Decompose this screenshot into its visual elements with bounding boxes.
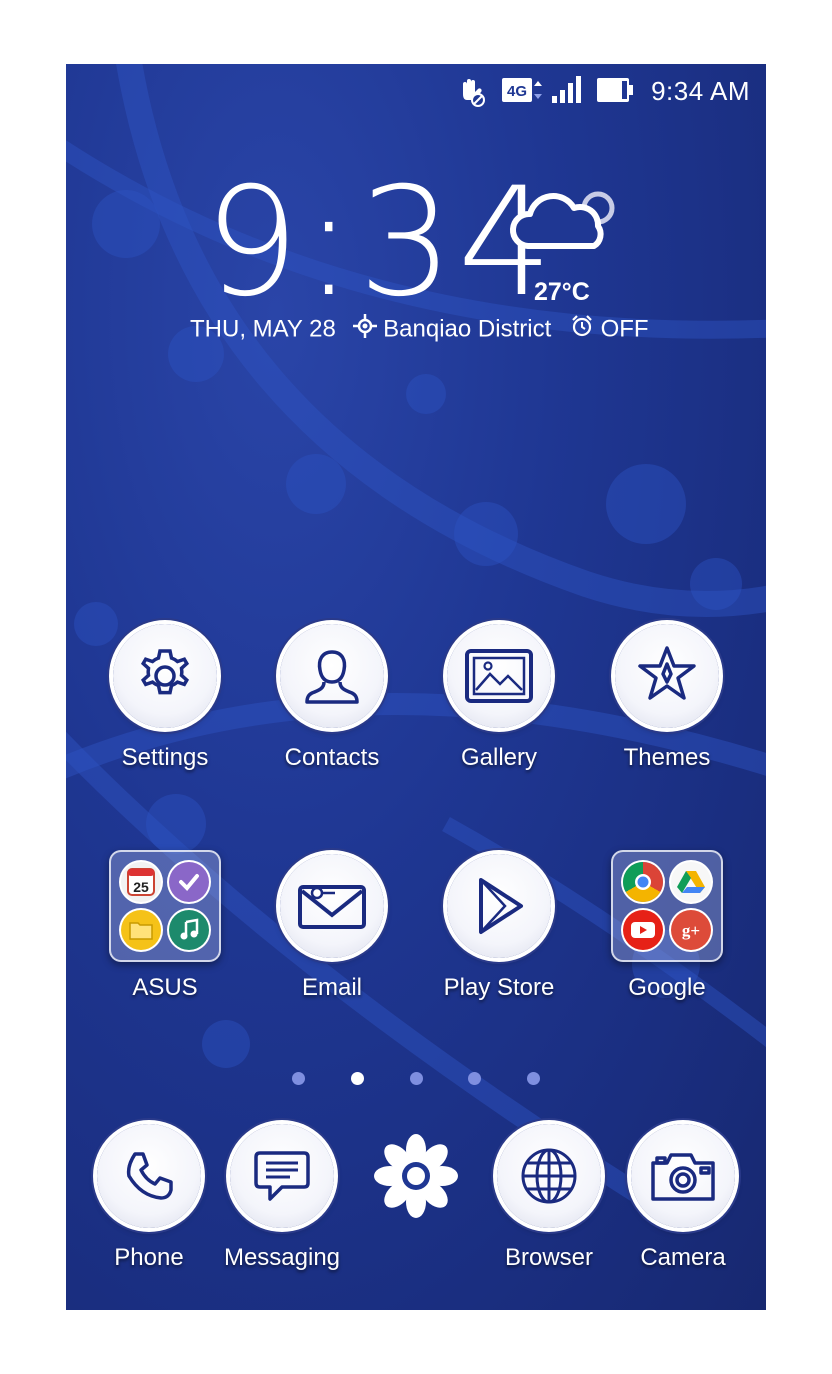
status-time: 9:34 AM <box>651 76 750 106</box>
page-indicator[interactable] <box>66 1072 766 1088</box>
app-email[interactable]: Email <box>257 854 407 1002</box>
location-text: Banqiao District <box>383 315 552 343</box>
play-store-icon[interactable] <box>447 854 551 958</box>
app-label: Play Store <box>443 974 555 1001</box>
envelope-icon[interactable] <box>280 854 384 958</box>
music-note-icon <box>169 910 209 950</box>
clock-time[interactable]: 9:34 <box>204 168 557 318</box>
app-label: Settings <box>121 744 209 771</box>
svg-text:25: 25 <box>133 879 149 895</box>
app-play-store[interactable]: Play Store <box>424 854 574 1002</box>
check-icon <box>169 862 209 902</box>
dock-browser[interactable]: Browser <box>474 1124 624 1272</box>
contact-person-icon[interactable] <box>280 624 384 728</box>
asus-folder-icon[interactable]: 25 <box>109 850 221 962</box>
all-apps-flower-icon[interactable] <box>372 1132 460 1220</box>
phone-icon[interactable] <box>97 1124 201 1228</box>
temperature: 27°C <box>534 278 590 306</box>
folder-google[interactable]: g+ Google <box>592 850 742 1002</box>
svg-text:4G: 4G <box>507 83 527 100</box>
page-dot[interactable] <box>468 1072 481 1085</box>
app-label: Phone <box>114 1244 184 1271</box>
network-4g-icon: 4G <box>502 78 548 109</box>
page-dot[interactable] <box>410 1072 423 1085</box>
svg-text:g+: g+ <box>682 921 700 940</box>
globe-icon[interactable] <box>497 1124 601 1228</box>
dock-messaging[interactable]: Messaging <box>207 1124 357 1272</box>
dock-phone[interactable]: Phone <box>74 1124 224 1272</box>
app-themes[interactable]: Themes <box>592 624 742 772</box>
picture-icon[interactable] <box>447 624 551 728</box>
location-icon <box>352 314 384 344</box>
page-dot[interactable] <box>292 1072 305 1085</box>
cloudy-icon <box>506 180 618 265</box>
app-label: Themes <box>623 744 711 771</box>
app-contacts[interactable]: Contacts <box>257 624 407 772</box>
app-label: Gallery <box>460 744 538 771</box>
app-label: Email <box>301 974 362 1001</box>
message-bubble-icon[interactable] <box>230 1124 334 1228</box>
camera-icon[interactable] <box>631 1124 735 1228</box>
calendar-icon: 25 <box>121 862 161 902</box>
signal-icon <box>550 76 582 109</box>
alarm-text: OFF <box>600 315 649 343</box>
widget-info-line: THU, MAY 28 Banqiao District OFF <box>190 314 649 345</box>
google-plus-icon: g+ <box>671 910 711 950</box>
drive-icon <box>671 862 711 902</box>
themes-flower-icon[interactable] <box>615 624 719 728</box>
status-bar: 4G 9:34 AM <box>66 64 766 116</box>
app-label: Google <box>628 974 706 1001</box>
app-label: Contacts <box>284 744 380 771</box>
app-label: Camera <box>640 1244 726 1271</box>
app-settings[interactable]: Settings <box>90 624 240 772</box>
alarm-icon <box>570 315 601 344</box>
google-folder-icon[interactable]: g+ <box>611 850 723 962</box>
home-screen: 4G 9:34 AM 9:34 27°C THU, MAY 28 Banqiao… <box>66 64 766 1310</box>
folder-file-icon <box>121 910 161 950</box>
page-dot[interactable] <box>527 1072 540 1085</box>
app-label: Browser <box>504 1244 594 1271</box>
youtube-icon <box>623 910 663 950</box>
chrome-icon <box>623 862 663 902</box>
folder-asus[interactable]: 25 ASUS <box>90 850 240 1002</box>
dock-camera[interactable]: Camera <box>608 1124 758 1272</box>
page-dot-active[interactable] <box>351 1072 364 1085</box>
app-label: ASUS <box>132 974 198 1001</box>
app-gallery[interactable]: Gallery <box>424 624 574 772</box>
hand-blocked-icon <box>454 74 488 113</box>
app-label: Messaging <box>223 1244 341 1271</box>
battery-icon <box>596 76 636 109</box>
date-text: THU, MAY 28 <box>190 315 336 343</box>
settings-icon[interactable] <box>113 624 217 728</box>
all-apps-button[interactable] <box>372 1132 460 1220</box>
